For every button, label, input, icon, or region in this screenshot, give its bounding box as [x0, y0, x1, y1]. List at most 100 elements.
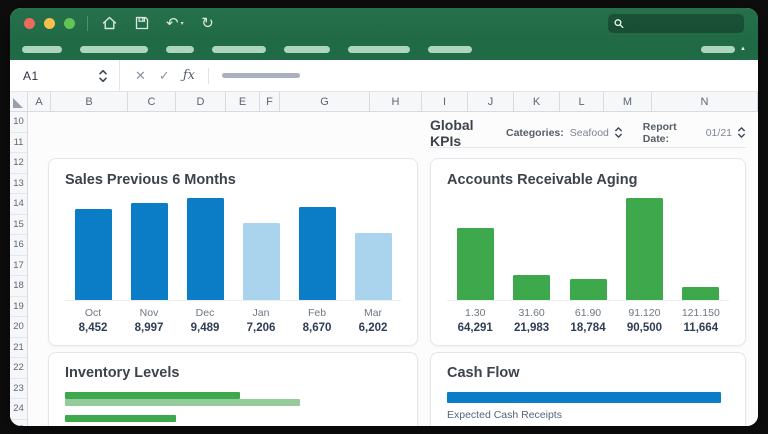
value-label-31.60: 21,983 [503, 322, 559, 334]
name-box[interactable]: A1 [10, 60, 120, 91]
column-header-L[interactable]: L [560, 92, 604, 111]
value-label-61.90: 18,784 [560, 322, 616, 334]
row-header-10[interactable]: 10 [10, 112, 27, 133]
share-button[interactable] [701, 46, 735, 53]
column-header-D[interactable]: D [176, 92, 226, 111]
row-header-22[interactable]: 22 [10, 358, 27, 379]
row-header-12[interactable]: 12 [10, 153, 27, 174]
bar-Dec[interactable] [187, 198, 224, 300]
row-headers: 10111213141516171819202122232425 [10, 112, 28, 426]
minimize-window-button[interactable] [44, 18, 55, 29]
ribbon-menu-item-3[interactable] [166, 46, 194, 53]
column-header-K[interactable]: K [514, 92, 560, 111]
ribbon-menu-item-5[interactable] [284, 46, 330, 53]
ar-aging-chart-bars [447, 197, 729, 301]
column-header-E[interactable]: E [226, 92, 260, 111]
insert-function-icon[interactable]: ƒx [183, 68, 195, 83]
report-date-value: 01/21 [706, 127, 732, 139]
close-window-button[interactable] [24, 18, 35, 29]
cash-flow-title: Cash Flow [447, 365, 729, 381]
redo-button[interactable]: ↻ [199, 14, 217, 32]
row-header-19[interactable]: 19 [10, 297, 27, 318]
ribbon-collapse-icon[interactable]: ▲ [740, 46, 746, 52]
ribbon-menu-item-4[interactable] [212, 46, 266, 53]
column-header-N[interactable]: N [652, 92, 758, 111]
horizontal-bar-1[interactable] [447, 392, 721, 403]
undo-button[interactable]: ↶ ▾ [166, 16, 184, 31]
horizontal-bar-1[interactable] [65, 392, 240, 399]
sheet-grid[interactable]: Global KPIs Categories: Seafood Report D… [28, 112, 758, 426]
bar-Oct[interactable] [75, 209, 112, 300]
active-cell-reference: A1 [23, 69, 39, 83]
ribbon-menu-item-2[interactable] [80, 46, 148, 53]
row-header-18[interactable]: 18 [10, 276, 27, 297]
ribbon-menu-item-6[interactable] [348, 46, 410, 53]
column-header-M[interactable]: M [604, 92, 652, 111]
value-label-Mar: 6,202 [345, 322, 401, 334]
global-kpis-header: Global KPIs Categories: Seafood Report D… [430, 118, 746, 148]
confirm-entry-icon[interactable]: ✓ [159, 68, 170, 84]
row-header-13[interactable]: 13 [10, 174, 27, 195]
bar-Feb[interactable] [299, 207, 336, 300]
bar-Nov[interactable] [131, 203, 168, 300]
formula-content-placeholder[interactable] [222, 73, 300, 78]
column-header-A[interactable]: A [28, 92, 51, 111]
bar-61.90[interactable] [570, 279, 607, 300]
row-header-14[interactable]: 14 [10, 194, 27, 215]
column-header-F[interactable]: F [260, 92, 280, 111]
row-header-11[interactable]: 11 [10, 133, 27, 154]
ribbon-menu-item-7[interactable] [428, 46, 472, 53]
category-label-Oct: Oct [65, 307, 121, 319]
row-header-16[interactable]: 16 [10, 235, 27, 256]
row-header-15[interactable]: 15 [10, 215, 27, 236]
column-header-C[interactable]: C [128, 92, 176, 111]
inventory-levels-card: Inventory Levels [48, 352, 418, 426]
undo-dropdown-icon[interactable]: ▾ [181, 20, 184, 27]
row-header-23[interactable]: 23 [10, 379, 27, 400]
zoom-window-button[interactable] [64, 18, 75, 29]
column-header-J[interactable]: J [468, 92, 514, 111]
ribbon-menu-item-1[interactable] [22, 46, 62, 53]
excel-window: ↶ ▾ ↻ ▲ A1 [10, 8, 758, 426]
formula-bar: A1 ✕ ✓ ƒx [10, 60, 758, 92]
select-all-corner[interactable] [10, 92, 28, 111]
horizontal-bar-3[interactable] [65, 415, 176, 422]
row-header-24[interactable]: 24 [10, 399, 27, 420]
search-field[interactable] [608, 14, 744, 33]
value-label-Jan: 7,206 [233, 322, 289, 334]
bar-121.150[interactable] [682, 287, 719, 300]
chart-bar-slot [503, 275, 559, 300]
horizontal-bar-2[interactable] [65, 399, 300, 406]
column-header-I[interactable]: I [422, 92, 468, 111]
row-header-25[interactable]: 25 [10, 420, 27, 427]
value-label-91.120: 90,500 [616, 322, 672, 334]
bar-1.30[interactable] [457, 228, 494, 300]
report-date-label: Report Date: [643, 121, 700, 145]
column-header-H[interactable]: H [370, 92, 422, 111]
cash-flow-caption: Expected Cash Receipts [447, 409, 729, 421]
value-label-Nov: 8,997 [121, 322, 177, 334]
bar-Jan[interactable] [243, 223, 280, 300]
categories-dropdown[interactable] [614, 126, 623, 139]
bar-31.60[interactable] [513, 275, 550, 300]
name-box-chevrons-icon[interactable] [98, 68, 108, 83]
row-header-20[interactable]: 20 [10, 317, 27, 338]
category-label-61.90: 61.90 [560, 307, 616, 319]
report-date-dropdown[interactable] [737, 126, 746, 139]
home-icon[interactable] [100, 14, 118, 32]
row-header-17[interactable]: 17 [10, 256, 27, 277]
category-label-121.150: 121.150 [673, 307, 729, 319]
ribbon-menu-items [22, 46, 472, 53]
column-header-G[interactable]: G [280, 92, 370, 111]
row-header-21[interactable]: 21 [10, 338, 27, 359]
ar-aging-chart-title: Accounts Receivable Aging [447, 172, 729, 188]
cash-flow-bars [447, 392, 729, 403]
cancel-entry-icon[interactable]: ✕ [135, 68, 146, 84]
search-input[interactable] [624, 17, 738, 29]
bar-91.120[interactable] [626, 198, 663, 300]
column-header-B[interactable]: B [51, 92, 128, 111]
category-label-Feb: Feb [289, 307, 345, 319]
save-icon[interactable] [133, 14, 151, 32]
sales-chart-values: 8,4528,9979,4897,2068,6706,202 [65, 322, 401, 334]
bar-Mar[interactable] [355, 233, 392, 300]
